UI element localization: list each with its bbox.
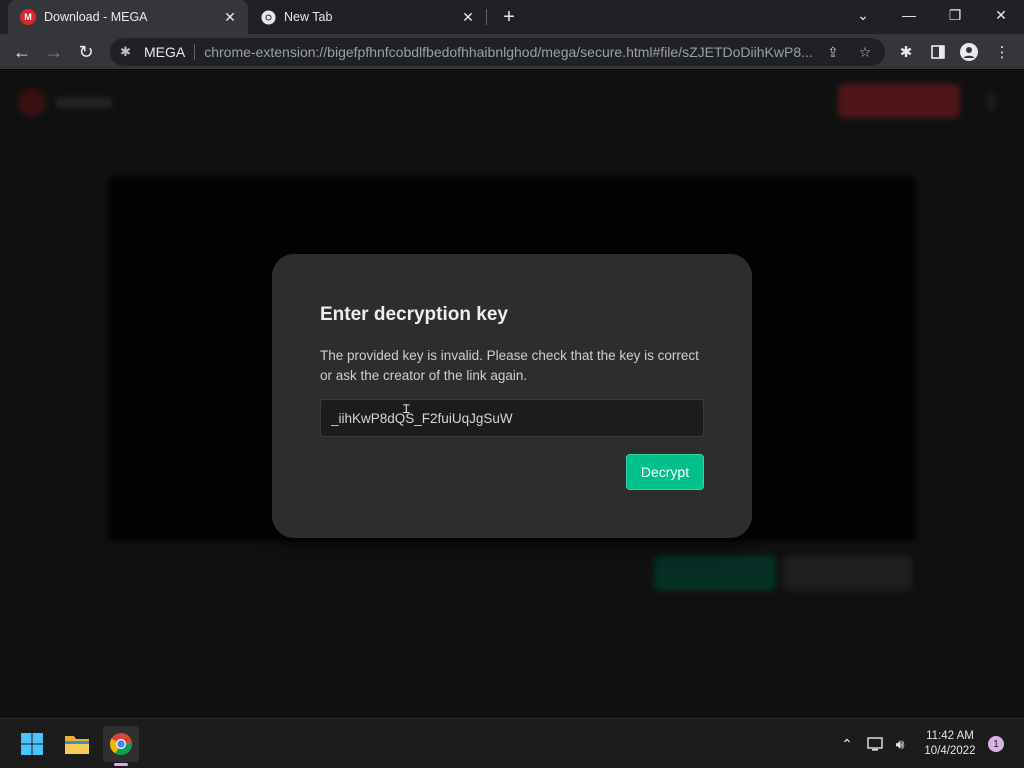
- share-icon[interactable]: ⇪: [823, 43, 843, 61]
- dialog-title: Enter decryption key: [320, 304, 508, 325]
- new-tab-button[interactable]: +: [498, 6, 520, 28]
- site-label: MEGA: [144, 44, 186, 60]
- chrome-taskbar-icon[interactable]: [103, 726, 139, 762]
- back-button[interactable]: ←: [9, 39, 35, 65]
- file-explorer-icon[interactable]: [59, 726, 95, 762]
- tab-title: Download - MEGA: [44, 10, 148, 24]
- network-icon[interactable]: [866, 735, 886, 753]
- text-cursor-icon: Ɪ: [403, 402, 410, 416]
- chrome-icon: [260, 9, 276, 25]
- minimize-button[interactable]: —: [886, 0, 932, 30]
- address-bar[interactable]: ✱ MEGA chrome-extension://bigefpfhnfcobd…: [110, 38, 885, 66]
- reload-button[interactable]: ↻: [73, 39, 99, 65]
- notification-badge[interactable]: 1: [988, 736, 1004, 752]
- tab-new-tab[interactable]: New Tab ✕: [248, 0, 486, 34]
- side-panel-icon[interactable]: [927, 41, 949, 63]
- tab-search-icon[interactable]: ⌄: [840, 0, 886, 30]
- clock-date: 10/4/2022: [924, 745, 976, 757]
- extensions-puzzle-icon[interactable]: ✱: [895, 41, 917, 63]
- profile-icon[interactable]: [958, 41, 980, 63]
- decrypt-button[interactable]: Decrypt: [626, 454, 704, 490]
- page-content: Enter decryption key The provided key is…: [0, 71, 1024, 718]
- close-window-button[interactable]: ✕: [978, 0, 1024, 30]
- tab-download-mega[interactable]: M Download - MEGA ✕: [8, 0, 248, 34]
- forward-button[interactable]: →: [41, 39, 67, 65]
- tab-strip: M Download - MEGA ✕ New Tab ✕ + ⌄ — ❐ ✕: [0, 0, 1024, 34]
- bookmark-star-icon[interactable]: ☆: [855, 43, 875, 61]
- clock-time: 11:42 AM: [926, 730, 974, 742]
- tab-title: New Tab: [284, 10, 333, 24]
- extension-icon: ✱: [120, 44, 131, 59]
- address-divider: [194, 44, 196, 60]
- tab-divider: [486, 9, 487, 25]
- volume-icon[interactable]: 🔊︎: [890, 735, 910, 753]
- browser-toolbar: ← → ↻ ✱ MEGA chrome-extension://bigefpfh…: [0, 34, 1024, 70]
- system-clock[interactable]: 11:42 AM 10/4/2022: [914, 729, 986, 759]
- url-text[interactable]: chrome-extension://bigefpfhnfcobdlfbedof…: [204, 44, 822, 60]
- show-hidden-icons-chevron-icon[interactable]: ⌃: [838, 735, 856, 753]
- close-tab-icon[interactable]: ✕: [220, 7, 240, 27]
- windows-taskbar: ⌃ 🔊︎ 11:42 AM 10/4/2022 1: [0, 718, 1024, 768]
- restore-button[interactable]: ❐: [932, 0, 978, 30]
- windows-start-icon[interactable]: [14, 726, 50, 762]
- mega-icon: M: [20, 9, 36, 25]
- dialog-message: The provided key is invalid. Please chec…: [320, 348, 699, 383]
- close-tab-icon[interactable]: ✕: [458, 7, 478, 27]
- active-app-indicator: [114, 763, 128, 766]
- decryption-key-input[interactable]: [320, 399, 704, 437]
- decryption-key-dialog: Enter decryption key The provided key is…: [272, 254, 752, 538]
- menu-kebab-icon[interactable]: ⋮: [991, 41, 1013, 63]
